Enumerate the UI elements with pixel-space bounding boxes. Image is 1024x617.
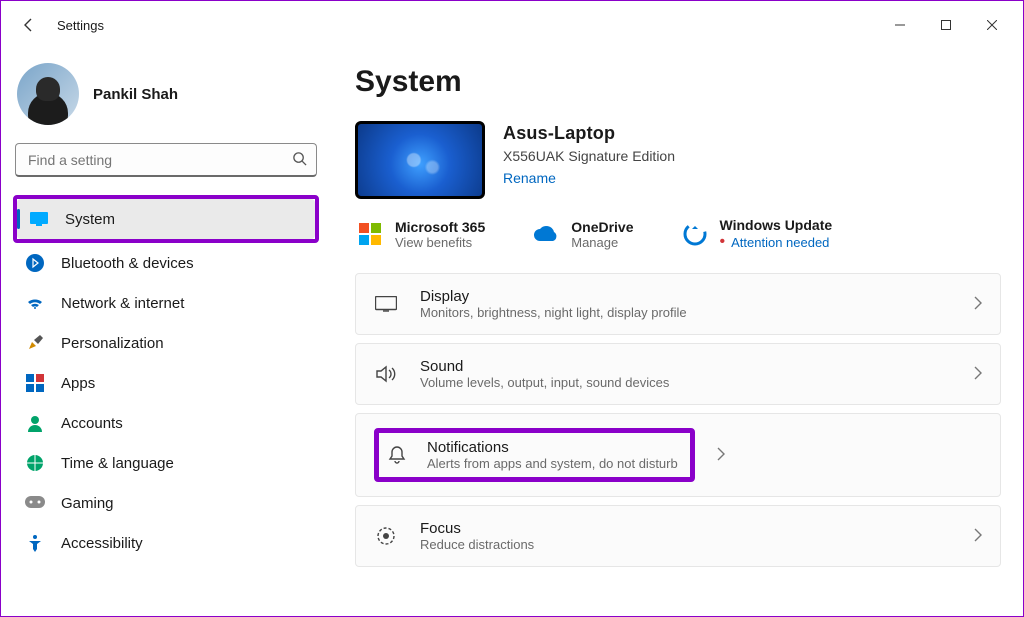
sidebar-item-label: Network & internet [61,295,184,312]
sidebar-item-apps[interactable]: Apps [13,363,319,403]
page-title: System [355,65,1001,99]
service-title: OneDrive [571,219,633,235]
titlebar: Settings [1,1,1023,49]
avatar [17,63,79,125]
chevron-right-icon [974,528,982,545]
card-title: Display [420,288,952,305]
globe-icon [25,453,45,473]
focus-icon [374,524,398,548]
sidebar-item-bluetooth[interactable]: Bluetooth & devices [13,243,319,283]
sidebar-item-label: Accessibility [61,535,143,552]
sidebar-item-label: Bluetooth & devices [61,255,194,272]
service-sub: Manage [571,235,633,250]
person-icon [25,413,45,433]
settings-cards: Display Monitors, brightness, night ligh… [355,273,1001,567]
service-m365[interactable]: Microsoft 365 View benefits [357,217,485,251]
device-thumbnail[interactable] [355,121,485,199]
sidebar-item-gaming[interactable]: Gaming [13,483,319,523]
rename-link[interactable]: Rename [503,170,675,186]
minimize-button[interactable] [877,9,923,41]
window-controls [877,9,1015,41]
card-sub: Alerts from apps and system, do not dist… [427,456,678,471]
sidebar-item-accessibility[interactable]: Accessibility [13,523,319,563]
accessibility-icon [25,533,45,553]
search-wrap [15,143,317,177]
sidebar-item-system[interactable]: System [17,199,315,239]
device-info: Asus-Laptop X556UAK Signature Edition Re… [503,121,675,186]
sound-icon [374,362,398,386]
service-title: Windows Update [720,217,833,233]
sidebar-item-label: System [65,211,115,228]
onedrive-icon [533,221,559,247]
card-focus[interactable]: Focus Reduce distractions [355,505,1001,567]
search-input[interactable] [15,143,317,177]
display-icon [374,292,398,316]
device-row: Asus-Laptop X556UAK Signature Edition Re… [355,121,1001,199]
service-sub: View benefits [395,235,485,250]
services-row: Microsoft 365 View benefits OneDrive Man… [355,217,1001,251]
highlight-system: System [13,195,319,243]
system-icon [29,209,49,229]
card-sub: Volume levels, output, input, sound devi… [420,375,952,390]
device-name: Asus-Laptop [503,123,675,144]
device-model: X556UAK Signature Edition [503,148,675,164]
m365-icon [357,221,383,247]
sidebar-item-network[interactable]: Network & internet [13,283,319,323]
card-sub: Monitors, brightness, night light, displ… [420,305,952,320]
close-icon [987,20,997,30]
sidebar: Pankil Shah System Bluetooth & devices N… [1,49,331,616]
sidebar-item-label: Personalization [61,335,164,352]
chevron-right-icon [717,447,725,464]
sidebar-item-personalization[interactable]: Personalization [13,323,319,363]
highlight-notifications: Notifications Alerts from apps and syste… [374,428,695,482]
service-windows-update[interactable]: Windows Update Attention needed [682,217,833,251]
update-icon [682,221,708,247]
card-notifications[interactable]: Notifications Alerts from apps and syste… [355,413,1001,497]
search-icon [292,151,307,169]
back-button[interactable] [9,5,49,45]
sidebar-item-time[interactable]: Time & language [13,443,319,483]
sidebar-item-label: Gaming [61,495,114,512]
service-sub: Attention needed [720,233,833,251]
main-content: System Asus-Laptop X556UAK Signature Edi… [331,49,1023,616]
minimize-icon [895,20,905,30]
card-title: Sound [420,358,952,375]
chevron-right-icon [974,366,982,383]
service-title: Microsoft 365 [395,219,485,235]
sidebar-item-accounts[interactable]: Accounts [13,403,319,443]
window-title: Settings [57,18,104,33]
arrow-left-icon [21,17,37,33]
card-sound[interactable]: Sound Volume levels, output, input, soun… [355,343,1001,405]
service-onedrive[interactable]: OneDrive Manage [533,217,633,251]
brush-icon [25,333,45,353]
sidebar-item-label: Accounts [61,415,123,432]
chevron-right-icon [974,296,982,313]
bluetooth-icon [25,253,45,273]
wifi-icon [25,293,45,313]
bell-icon [385,443,409,467]
card-title: Focus [420,520,952,537]
maximize-icon [941,20,951,30]
profile[interactable]: Pankil Shah [13,57,319,143]
sidebar-item-label: Apps [61,375,95,392]
profile-name: Pankil Shah [93,86,178,103]
sidebar-item-label: Time & language [61,455,174,472]
nav: System Bluetooth & devices Network & int… [13,195,319,563]
close-button[interactable] [969,9,1015,41]
card-display[interactable]: Display Monitors, brightness, night ligh… [355,273,1001,335]
maximize-button[interactable] [923,9,969,41]
apps-icon [25,373,45,393]
card-sub: Reduce distractions [420,537,952,552]
gamepad-icon [25,493,45,513]
card-title: Notifications [427,439,678,456]
